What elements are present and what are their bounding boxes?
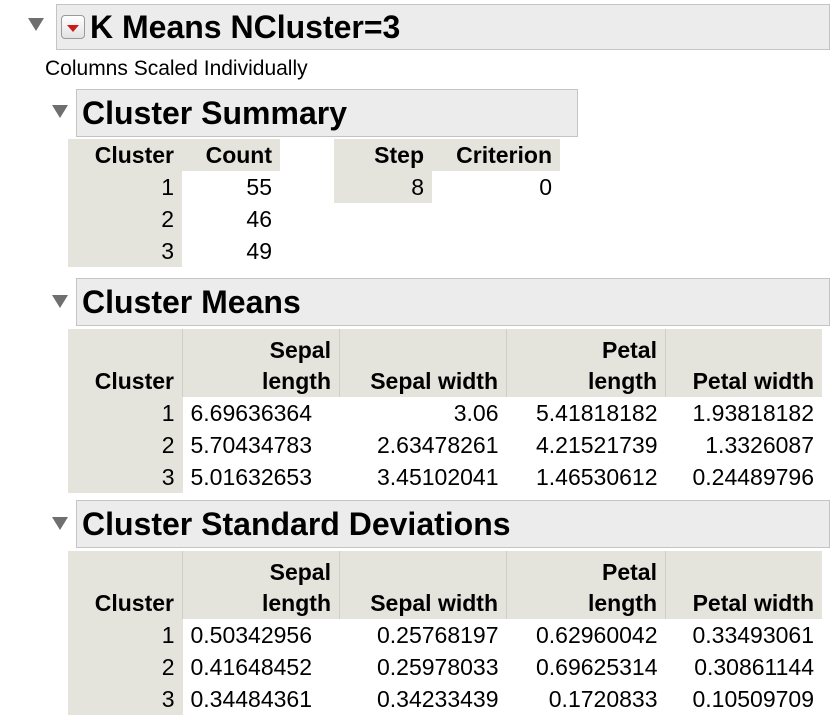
- cluster-id: 3: [68, 461, 183, 493]
- column-header-step: Step: [334, 139, 432, 171]
- column-header-petal-width: Petal width: [665, 551, 822, 619]
- kmeans-report-header: K Means NCluster=3: [56, 4, 830, 50]
- table-row: 1 55: [68, 171, 280, 203]
- stddev-value: 0.30861144: [694, 653, 814, 680]
- mean-value: 2.63478261: [376, 431, 499, 458]
- disclosure-triangle-icon[interactable]: [52, 517, 68, 530]
- mean-value: 4.21521739: [535, 431, 658, 458]
- cluster-summary-header: Cluster Summary: [76, 89, 578, 137]
- cluster-id: 2: [68, 651, 183, 683]
- cluster-id: 3: [68, 683, 183, 715]
- column-header-sepal-length: Sepal length: [182, 329, 340, 397]
- stddev-value: 0.25768197: [376, 621, 499, 648]
- mean-value: 5.01632653: [190, 463, 313, 490]
- report-title: K Means NCluster=3: [90, 8, 401, 45]
- header-line: length: [262, 368, 331, 394]
- header-line: Petal: [602, 337, 657, 363]
- section-title: Cluster Standard Deviations: [82, 505, 511, 542]
- section-title: Cluster Summary: [82, 94, 347, 131]
- count-value: 55: [246, 173, 272, 200]
- table-row: 1 0.50342956 0.25768197 0.62960042 0.334…: [68, 619, 822, 651]
- column-header-petal-width: Petal width: [665, 329, 822, 397]
- column-header-petal-length: Petal length: [506, 329, 666, 397]
- disclosure-triangle-icon[interactable]: [28, 18, 44, 31]
- cluster-id: 1: [68, 619, 183, 651]
- table-row: 2 5.70434783 2.63478261 4.21521739 1.332…: [68, 429, 822, 461]
- column-header-cluster: Cluster: [68, 329, 183, 397]
- mean-value: 5.70434783: [190, 431, 313, 458]
- mean-value: 0.24489796: [692, 463, 814, 490]
- stddev-value: 0.34233439: [376, 685, 499, 712]
- column-header-petal-length: Petal length: [506, 551, 666, 619]
- table-row: 2 46: [68, 203, 280, 235]
- disclosure-triangle-icon[interactable]: [52, 105, 68, 118]
- cluster-id: 3: [68, 235, 182, 267]
- scaling-note: Columns Scaled Individually: [45, 57, 308, 80]
- count-value: 46: [246, 205, 272, 232]
- cluster-id: 2: [68, 429, 183, 461]
- column-header-sepal-width: Sepal width: [339, 551, 507, 619]
- column-header-sepal-width: Sepal width: [339, 329, 507, 397]
- column-header-count: Count: [182, 139, 280, 171]
- cluster-count-table: Cluster Count 1 55 2 46 3 49: [68, 139, 280, 267]
- cluster-id: 1: [68, 397, 183, 429]
- stddev-value: 0.62960042: [535, 621, 658, 648]
- mean-value: 6.69636364: [190, 399, 313, 426]
- section-title: Cluster Means: [82, 283, 301, 320]
- column-header-criterion: Criterion: [432, 139, 560, 171]
- cluster-id: 1: [68, 171, 182, 203]
- header-line: length: [588, 590, 657, 616]
- count-value: 49: [246, 237, 272, 264]
- table-row: 8 0: [334, 171, 560, 203]
- column-header-sepal-length: Sepal length: [182, 551, 340, 619]
- table-row: 3 0.34484361 0.34233439 0.1720833 0.1050…: [68, 683, 822, 715]
- stddev-value: 0.33493061: [692, 621, 814, 648]
- mean-value: 3.06: [453, 399, 499, 426]
- table-row: 1 6.69636364 3.06 5.41818182 1.93818182: [68, 397, 822, 429]
- mean-value: 3.45102041: [376, 463, 499, 490]
- mean-value: 1.3326087: [705, 431, 814, 458]
- table-row: 3 49: [68, 235, 280, 267]
- column-header-cluster: Cluster: [68, 551, 183, 619]
- mean-value: 1.46530612: [535, 463, 658, 490]
- stddev-value: 0.69625314: [535, 653, 658, 680]
- header-line: length: [588, 368, 657, 394]
- header-line: Sepal: [269, 337, 331, 363]
- cluster-means-table: Cluster Sepal length Sepal width Petal l…: [68, 329, 822, 493]
- criterion-value: 0: [539, 173, 552, 200]
- stddev-value: 0.41648452: [190, 653, 313, 680]
- mean-value: 5.41818182: [535, 399, 658, 426]
- table-row: 3 5.01632653 3.45102041 1.46530612 0.244…: [68, 461, 822, 493]
- stddev-value: 0.50342956: [190, 621, 313, 648]
- step-value: 8: [334, 171, 432, 203]
- cluster-id: 2: [68, 203, 182, 235]
- table-row: 2 0.41648452 0.25978033 0.69625314 0.308…: [68, 651, 822, 683]
- stddev-value: 0.34484361: [190, 685, 313, 712]
- step-criterion-table: Step Criterion 8 0: [334, 139, 560, 203]
- cluster-stddev-header: Cluster Standard Deviations: [76, 500, 830, 548]
- column-header-cluster: Cluster: [68, 139, 182, 171]
- cluster-means-header: Cluster Means: [76, 278, 830, 326]
- stddev-value: 0.10509709: [692, 685, 814, 712]
- header-line: Sepal: [269, 559, 331, 585]
- header-line: Petal: [602, 559, 657, 585]
- disclosure-triangle-icon[interactable]: [52, 295, 68, 308]
- mean-value: 1.93818182: [692, 399, 814, 426]
- header-line: length: [262, 590, 331, 616]
- stddev-value: 0.25978033: [376, 653, 499, 680]
- stddev-value: 0.1720833: [548, 685, 658, 712]
- cluster-stddev-table: Cluster Sepal length Sepal width Petal l…: [68, 551, 822, 715]
- red-dropdown-menu-icon[interactable]: [61, 15, 85, 39]
